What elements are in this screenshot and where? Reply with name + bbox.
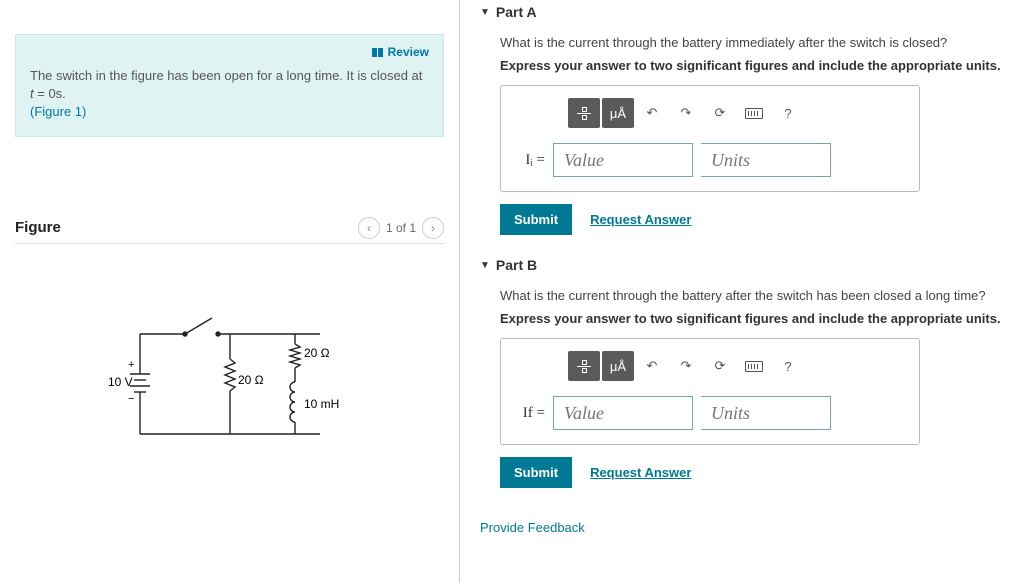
part-b-var: If = — [513, 405, 545, 422]
keyboard-button[interactable] — [738, 98, 770, 128]
fraction-button[interactable] — [568, 351, 600, 381]
part-b: ▼ Part B What is the current through the… — [480, 257, 1004, 488]
svg-text:−: − — [128, 393, 134, 405]
part-a-units-input[interactable] — [701, 143, 831, 177]
part-a-var: Iᵢ = — [513, 152, 545, 169]
keyboard-icon — [745, 108, 763, 119]
keyboard-icon — [745, 361, 763, 372]
keyboard-button[interactable] — [738, 351, 770, 381]
help-button[interactable]: ? — [772, 98, 804, 128]
part-a-question: What is the current through the battery … — [500, 35, 1004, 50]
reset-button[interactable]: ⟳ — [704, 351, 736, 381]
part-b-title: Part B — [496, 257, 537, 273]
svg-text:+: + — [128, 359, 134, 371]
part-a-header[interactable]: ▼ Part A — [480, 4, 1004, 20]
part-b-answer-box: μÅ ↶ ↷ ⟳ ? If = — [500, 338, 920, 445]
flag-icon — [372, 48, 383, 57]
svg-text:20 Ω: 20 Ω — [304, 346, 330, 360]
part-b-request-link[interactable]: Request Answer — [590, 465, 691, 480]
figure-nav-label: 1 of 1 — [386, 221, 416, 235]
part-a-request-link[interactable]: Request Answer — [590, 212, 691, 227]
part-a-answer-box: μÅ ↶ ↷ ⟳ ? Iᵢ = — [500, 85, 920, 192]
part-b-value-input[interactable] — [553, 396, 693, 430]
part-b-instr: Express your answer to two significant f… — [500, 311, 1004, 326]
problem-statement: Review The switch in the figure has been… — [15, 34, 444, 137]
review-label: Review — [388, 45, 429, 59]
fraction-icon — [577, 360, 591, 373]
reset-button[interactable]: ⟳ — [704, 98, 736, 128]
part-b-submit-button[interactable]: Submit — [500, 457, 572, 488]
redo-button[interactable]: ↷ — [670, 98, 702, 128]
fraction-button[interactable] — [568, 98, 600, 128]
part-b-question: What is the current through the battery … — [500, 288, 1004, 303]
units-templ-button[interactable]: μÅ — [602, 351, 634, 381]
review-link[interactable]: Review — [372, 45, 429, 59]
circuit-figure: 10 V + − 20 Ω 20 Ω 10 mH — [15, 244, 444, 474]
units-templ-button[interactable]: μÅ — [602, 98, 634, 128]
redo-button[interactable]: ↷ — [670, 351, 702, 381]
caret-down-icon: ▼ — [480, 260, 490, 271]
caret-down-icon: ▼ — [480, 7, 490, 18]
figure-heading: Figure — [15, 219, 61, 236]
figure-header: Figure ‹ 1 of 1 › — [15, 217, 444, 244]
part-b-units-input[interactable] — [701, 396, 831, 430]
part-a-instr: Express your answer to two significant f… — [500, 58, 1004, 73]
problem-text: The switch in the figure has been open f… — [30, 49, 429, 122]
provide-feedback-link[interactable]: Provide Feedback — [480, 520, 585, 535]
part-a-title: Part A — [496, 4, 537, 20]
undo-button[interactable]: ↶ — [636, 351, 668, 381]
svg-text:10 mH: 10 mH — [304, 397, 339, 411]
figure-next-button[interactable]: › — [422, 217, 444, 239]
undo-button[interactable]: ↶ — [636, 98, 668, 128]
figure-prev-button[interactable]: ‹ — [358, 217, 380, 239]
svg-text:10 V: 10 V — [108, 375, 133, 389]
fraction-icon — [577, 107, 591, 120]
part-a-submit-button[interactable]: Submit — [500, 204, 572, 235]
figure-link[interactable]: (Figure 1) — [30, 104, 86, 119]
part-a: ▼ Part A What is the current through the… — [480, 4, 1004, 235]
part-a-value-input[interactable] — [553, 143, 693, 177]
svg-text:20 Ω: 20 Ω — [238, 373, 264, 387]
part-b-header[interactable]: ▼ Part B — [480, 257, 1004, 273]
help-button[interactable]: ? — [772, 351, 804, 381]
